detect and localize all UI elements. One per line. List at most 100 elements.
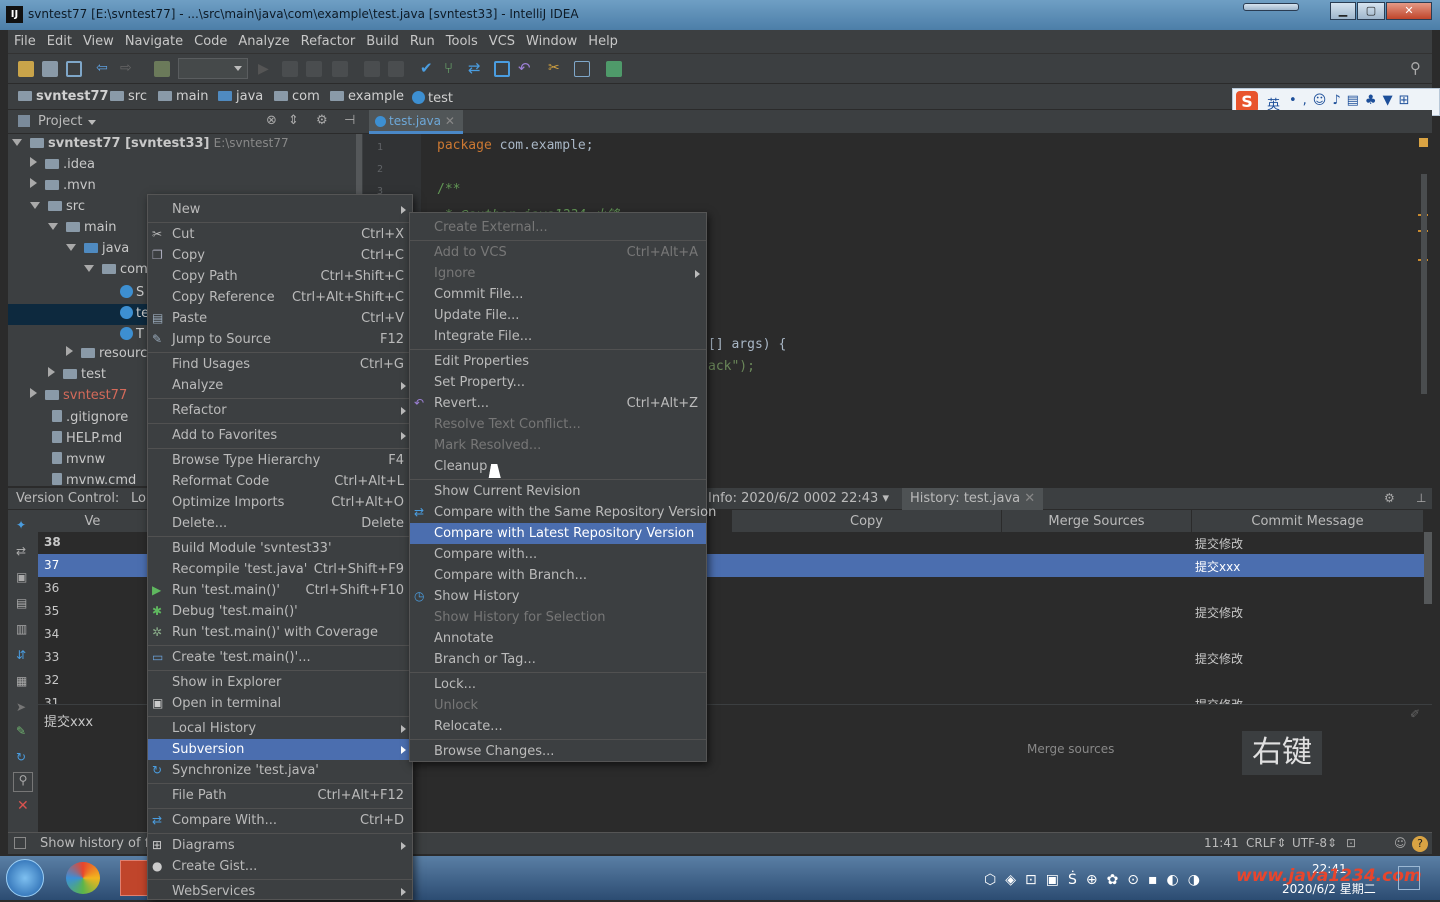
menu-item-jump-to-source[interactable]: ✎ Jump to Source F12 bbox=[148, 329, 412, 350]
menu-refactor[interactable]: Refactor bbox=[295, 30, 361, 49]
caret-position[interactable]: 11:41 bbox=[1204, 836, 1239, 850]
column-header-commit[interactable]: Commit Message bbox=[1192, 510, 1424, 532]
menu-item-find-usages[interactable]: Find Usages Ctrl+G bbox=[148, 354, 412, 375]
gear-icon[interactable]: ⚙ bbox=[1384, 491, 1395, 505]
breadcrumb-test[interactable]: test bbox=[412, 89, 453, 106]
annotate-icon[interactable]: ▤ bbox=[16, 596, 27, 610]
sync-icon[interactable]: ↻ bbox=[16, 750, 26, 764]
menu-item-refactor[interactable]: Refactor bbox=[148, 400, 412, 421]
tree-node-help-md[interactable]: HELP.md bbox=[52, 430, 122, 451]
menu-item-build-module-svntest33[interactable]: Build Module 'svntest33' bbox=[148, 538, 412, 559]
chevron-down-icon[interactable] bbox=[48, 223, 58, 230]
menu-item-create-gist[interactable]: ● Create Gist... bbox=[148, 856, 412, 877]
project-view-selector[interactable]: Project bbox=[38, 114, 82, 129]
chevron-down-icon[interactable] bbox=[30, 202, 40, 209]
menu-code[interactable]: Code bbox=[188, 30, 232, 49]
column-header-version[interactable]: Ve bbox=[38, 510, 148, 532]
menu-item-copy-reference[interactable]: Copy Reference Ctrl+Alt+Shift+C bbox=[148, 287, 412, 308]
compare-icon[interactable]: ⇄ bbox=[16, 544, 26, 558]
menu-item-show-current-revision[interactable]: Show Current Revision bbox=[410, 481, 706, 502]
debug-icon[interactable] bbox=[282, 61, 298, 77]
encoding-selector[interactable]: UTF-8⇕ bbox=[1292, 836, 1337, 850]
tree-node-svntest77[interactable]: svntest77 bbox=[30, 388, 127, 409]
tree-node-main[interactable]: main bbox=[48, 220, 116, 241]
menu-run[interactable]: Run bbox=[404, 30, 440, 49]
tab-history[interactable]: History: test.java ✕ bbox=[902, 488, 1044, 510]
forward-icon[interactable]: ⇨ bbox=[120, 61, 136, 77]
close-icon[interactable]: ✕ bbox=[445, 114, 455, 128]
breadcrumb-main[interactable]: main bbox=[158, 89, 208, 104]
tree-node-test[interactable]: test bbox=[48, 367, 106, 388]
tab-test-java[interactable]: test.java ✕ bbox=[369, 110, 463, 134]
tree-node-java[interactable]: java bbox=[66, 241, 129, 262]
menu-build[interactable]: Build bbox=[360, 30, 404, 49]
vcs-compare-icon[interactable]: ⇄ bbox=[468, 61, 484, 77]
menu-item-compare-with[interactable]: ⇄ Compare With... Ctrl+D bbox=[148, 810, 412, 831]
pin-icon[interactable]: ✐ bbox=[1410, 707, 1420, 721]
menu-item-integrate-file[interactable]: Integrate File... bbox=[410, 326, 706, 347]
close-icon[interactable]: ✕ bbox=[17, 798, 29, 814]
vcs-revert-icon[interactable]: ↶ bbox=[518, 61, 534, 77]
tree-node-mvnw[interactable]: mvnw bbox=[52, 451, 105, 472]
chevron-right-icon[interactable] bbox=[30, 388, 37, 398]
breadcrumb-java[interactable]: java bbox=[218, 89, 263, 104]
menu-analyze[interactable]: Analyze bbox=[232, 30, 294, 49]
menu-item-copy[interactable]: ❐ Copy Ctrl+C bbox=[148, 245, 412, 266]
tree-node-class-t[interactable]: T bbox=[120, 325, 144, 346]
chevron-down-icon[interactable]: ▾ bbox=[882, 491, 889, 506]
chevron-down-icon[interactable] bbox=[12, 139, 22, 146]
vcs-update-icon[interactable]: ✔ bbox=[420, 61, 436, 77]
browser-taskbar-icon[interactable] bbox=[66, 862, 100, 894]
tab-info[interactable]: Info: 2020/6/2 0002 22:43 ▾ ✕ bbox=[708, 491, 912, 506]
menu-item-browse-type-hierarchy[interactable]: Browse Type Hierarchy F4 bbox=[148, 450, 412, 471]
tree-node-com[interactable]: com bbox=[84, 262, 148, 283]
compare-revisions-icon[interactable]: ⇵ bbox=[16, 648, 26, 662]
breadcrumb-project[interactable]: svntest77 bbox=[18, 89, 109, 104]
menu-tools[interactable]: Tools bbox=[440, 30, 483, 49]
chevron-right-icon[interactable] bbox=[48, 367, 55, 377]
project-structure-icon[interactable] bbox=[364, 61, 380, 77]
menu-navigate[interactable]: Navigate bbox=[119, 30, 188, 49]
menu-item-reformat-code[interactable]: Reformat Code Ctrl+Alt+L bbox=[148, 471, 412, 492]
table-scrollbar[interactable] bbox=[1424, 532, 1432, 604]
hide-panel-icon[interactable]: ⊥ bbox=[1416, 491, 1426, 505]
chevron-right-icon[interactable] bbox=[30, 157, 37, 167]
settings-wrench-icon[interactable]: ✂ bbox=[548, 61, 564, 77]
gear-icon[interactable]: ⚙ bbox=[316, 113, 328, 128]
scroll-from-source-icon[interactable]: ⊗ bbox=[266, 113, 277, 128]
tree-node-resources[interactable]: resourc bbox=[66, 346, 147, 367]
tree-node-idea[interactable]: .idea bbox=[30, 157, 95, 178]
coverage-icon[interactable] bbox=[306, 61, 322, 77]
chevron-down-icon[interactable] bbox=[84, 265, 94, 272]
task-icon[interactable] bbox=[606, 61, 622, 77]
filter-icon[interactable]: ➤ bbox=[16, 700, 26, 714]
tab-local[interactable]: Lo bbox=[131, 491, 146, 506]
vcs-history-icon[interactable] bbox=[494, 61, 510, 77]
sync-icon[interactable] bbox=[66, 61, 82, 77]
chevron-right-icon[interactable] bbox=[30, 178, 37, 188]
menu-item-browse-changes[interactable]: Browse Changes... bbox=[410, 741, 706, 762]
menu-item-synchronize-test-java[interactable]: ↻ Synchronize 'test.java' bbox=[148, 760, 412, 781]
line-separator-selector[interactable]: CRLF⇕ bbox=[1246, 836, 1286, 850]
minimize-button[interactable]: ▁ bbox=[1330, 2, 1356, 20]
menu-item-set-property[interactable]: Set Property... bbox=[410, 372, 706, 393]
tray-icons[interactable]: ⬡◈⊡▣Ṡ⊕✿⊙▪◐◑ bbox=[984, 872, 1209, 888]
menu-item-copy-path[interactable]: Copy Path Ctrl+Shift+C bbox=[148, 266, 412, 287]
menu-item-update-file[interactable]: Update File... bbox=[410, 305, 706, 326]
search-icon[interactable]: ⚲ bbox=[13, 772, 33, 792]
breadcrumb-example[interactable]: example bbox=[330, 89, 404, 104]
menu-file[interactable]: File bbox=[8, 30, 41, 49]
collapse-all-icon[interactable]: ⇕ bbox=[288, 113, 299, 128]
menu-item-compare-with-latest-repository-version[interactable]: Compare with Latest Repository Version bbox=[410, 523, 706, 544]
open-folder-icon[interactable] bbox=[18, 61, 34, 77]
tree-node-gitignore[interactable]: .gitignore bbox=[52, 409, 128, 430]
menu-item-relocate[interactable]: Relocate... bbox=[410, 716, 706, 737]
maximize-button[interactable]: ▢ bbox=[1357, 2, 1385, 20]
refresh-icon[interactable]: ✦ bbox=[16, 518, 26, 532]
menu-item-paste[interactable]: ▤ Paste Ctrl+V bbox=[148, 308, 412, 329]
get-icon[interactable]: ▣ bbox=[16, 570, 27, 584]
chevron-right-icon[interactable] bbox=[66, 346, 73, 356]
menu-item-annotate[interactable]: Annotate bbox=[410, 628, 706, 649]
menu-view[interactable]: View bbox=[77, 30, 119, 49]
menu-item-debug-test-main[interactable]: ✱ Debug 'test.main()' bbox=[148, 601, 412, 622]
